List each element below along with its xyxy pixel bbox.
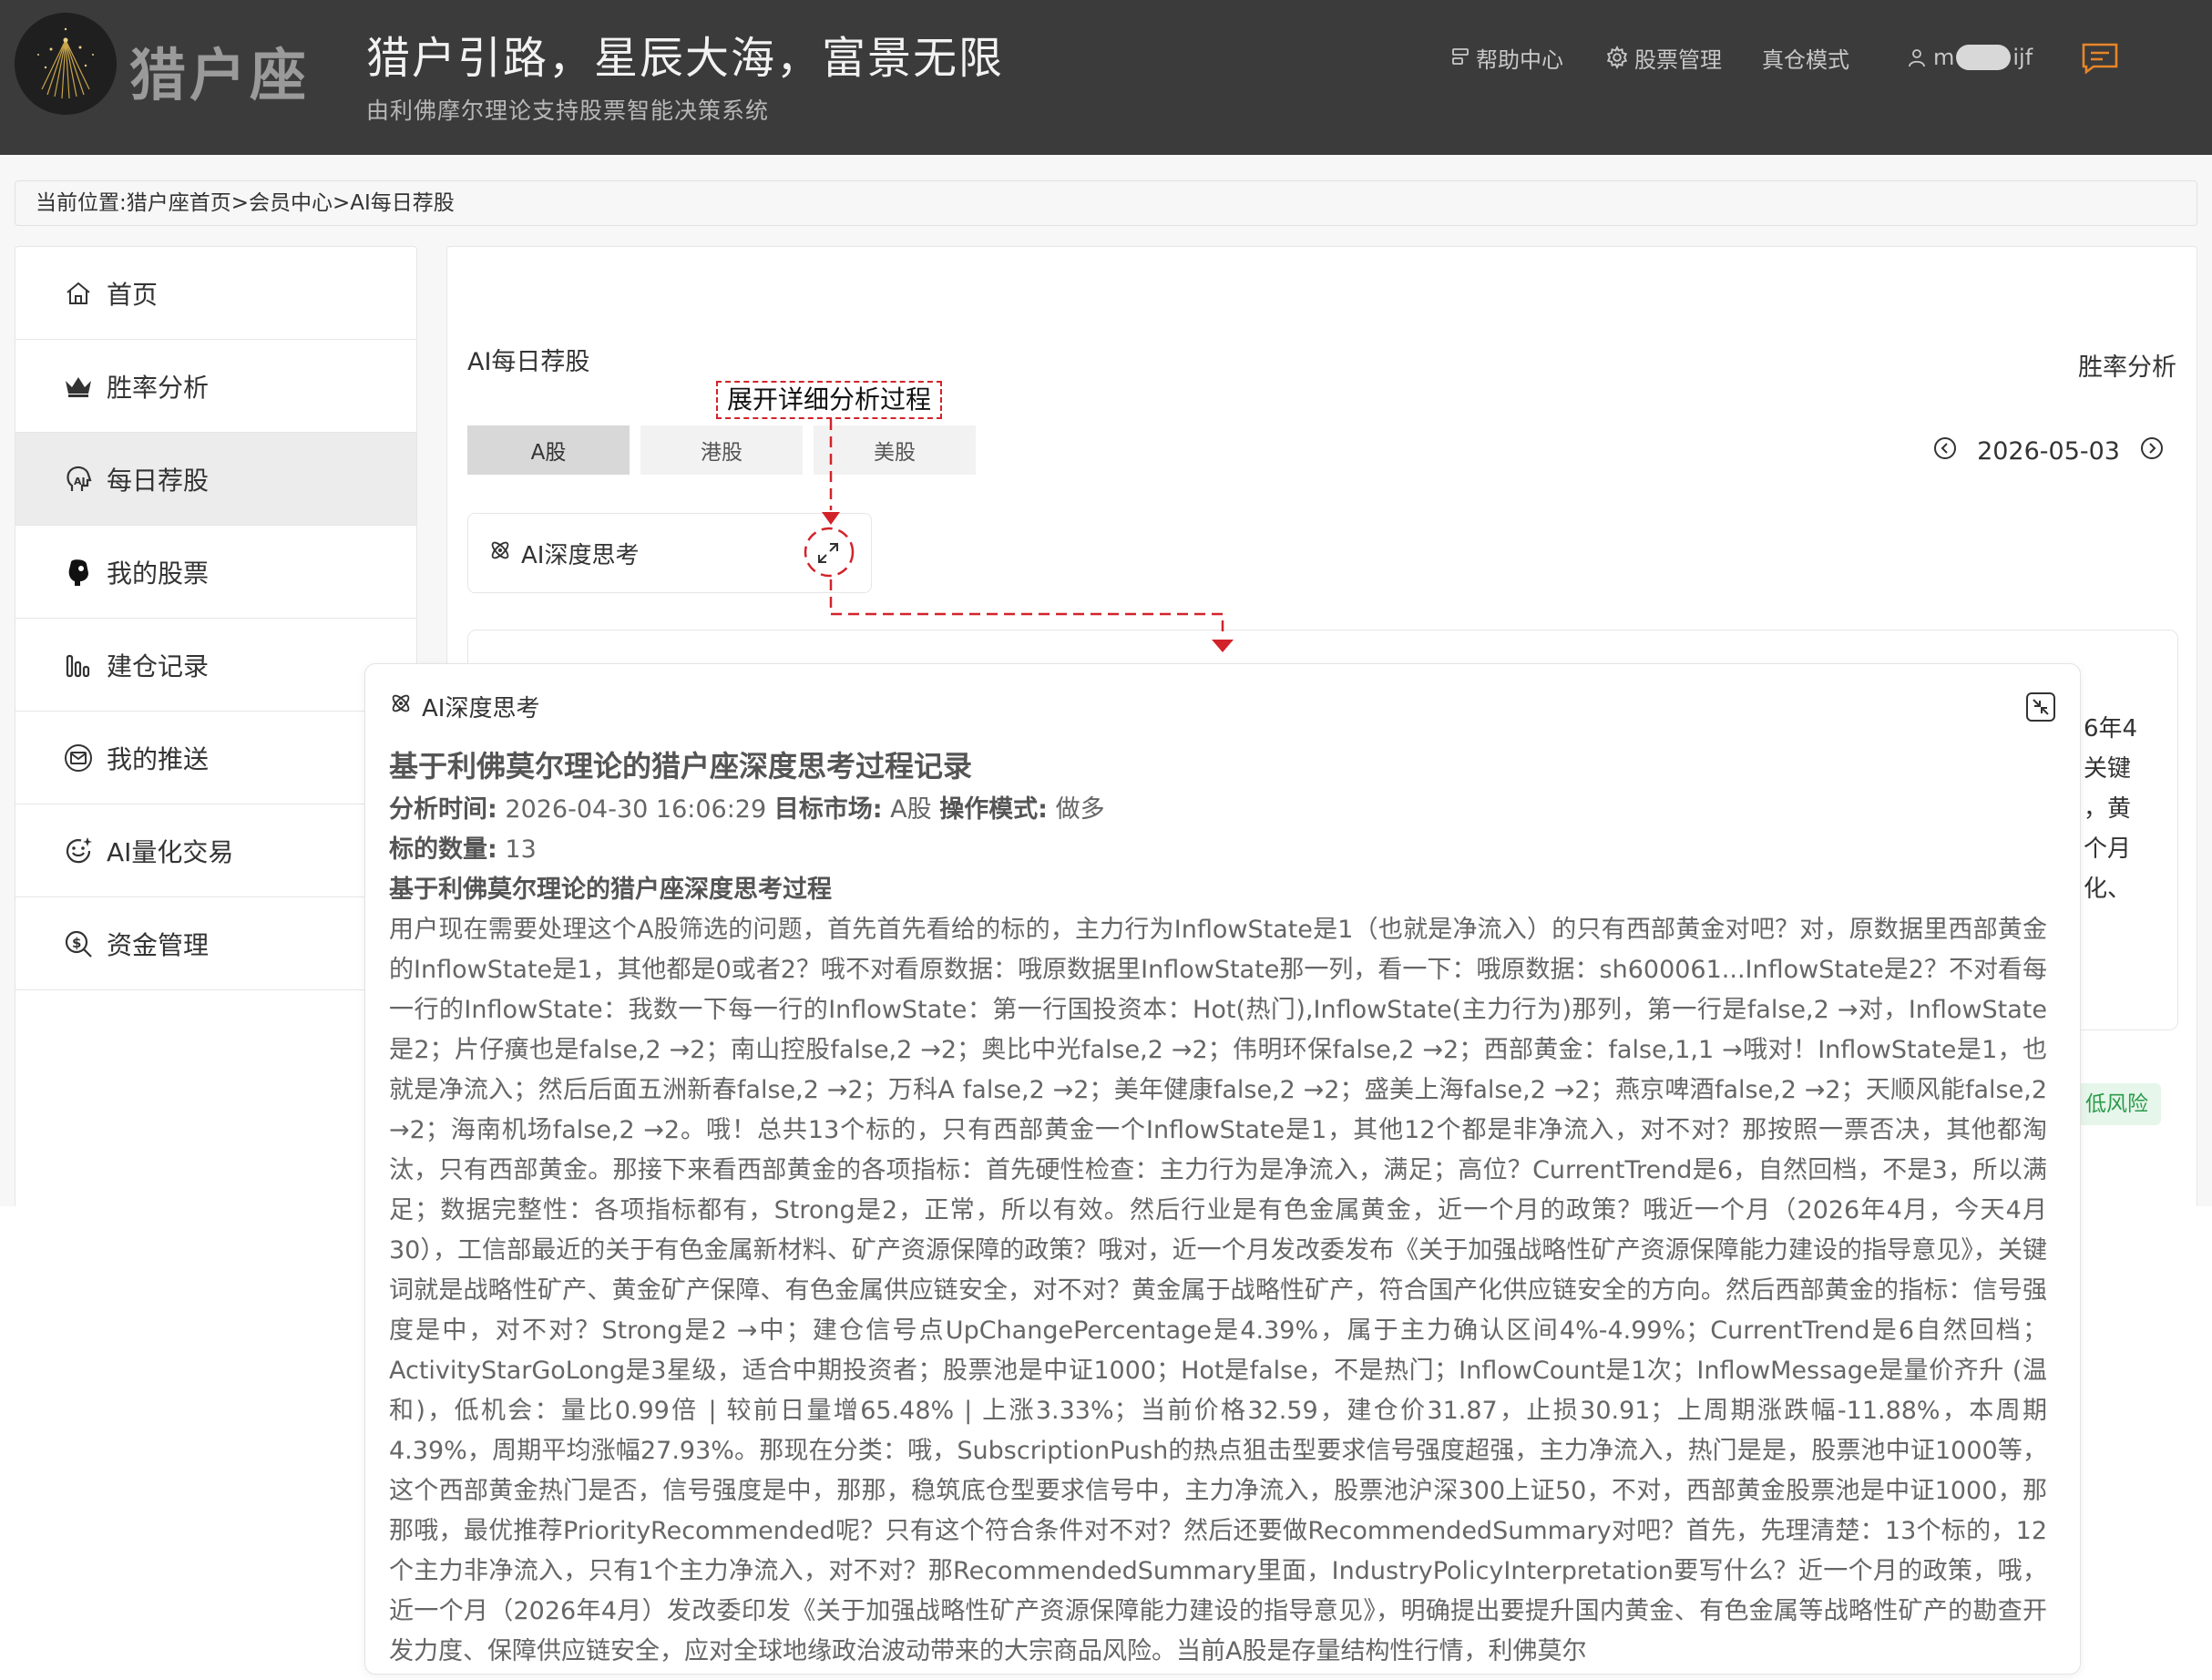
smile-sparkle-icon xyxy=(63,835,94,866)
meta-market-value: A股 xyxy=(882,795,940,824)
home-icon xyxy=(63,278,94,309)
ai-think-card[interactable]: AI深度思考 xyxy=(467,513,872,593)
sidebar-item-winrate[interactable]: 胜率分析 xyxy=(15,340,416,433)
chevron-right-icon xyxy=(2141,437,2163,459)
tab-hk-share[interactable]: 港股 xyxy=(640,425,803,475)
panel-header: AI深度思考 xyxy=(389,690,539,723)
help-center-label: 帮助中心 xyxy=(1476,46,1563,73)
stock-manage-label: 股票管理 xyxy=(1634,46,1722,73)
analysis-meta: 分析时间: 2026-04-30 16:06:29 目标市场: A股 操作模式:… xyxy=(389,790,2047,830)
annotation-label: 展开详细分析过程 xyxy=(716,381,943,419)
peek-text: 化、 xyxy=(2084,876,2132,903)
sub-slogan: 由利佛摩尔理论支持股票智能决策系统 xyxy=(366,97,770,124)
logo-icon[interactable] xyxy=(15,13,117,115)
sidebar-item-fund-manage[interactable]: $ 资金管理 xyxy=(15,897,416,990)
panel-subheading: 基于利佛莫尔理论的猎户座深度思考过程 xyxy=(389,876,832,904)
sidebar-item-label: AI量化交易 xyxy=(107,836,234,867)
collapse-arrows-icon xyxy=(2026,692,2055,722)
peek-text: 6年4 xyxy=(2084,715,2138,743)
sidebar-item-label: 资金管理 xyxy=(107,929,210,960)
risk-badge: 低风险 xyxy=(2073,1083,2161,1125)
page-title: AI每日荐股 xyxy=(467,348,590,376)
money-search-icon: $ xyxy=(63,928,94,959)
real-mode-label: 真仓模式 xyxy=(1762,46,1849,73)
tab-a-share[interactable]: A股 xyxy=(467,425,630,475)
meta-time-value: 2026-04-30 16:06:29 xyxy=(497,795,774,824)
sidebar-item-my-stocks[interactable]: 我的股票 xyxy=(15,526,416,619)
tab-us-share[interactable]: 美股 xyxy=(814,425,976,475)
sidebar-item-label: 每日荐股 xyxy=(107,465,210,496)
sidebar-item-label: 建仓记录 xyxy=(107,650,210,681)
sidebar-item-label: 我的股票 xyxy=(107,558,210,589)
atom-icon xyxy=(389,691,413,722)
ai-think-label: AI深度思考 xyxy=(521,541,640,569)
market-tabs: A股 港股 美股 xyxy=(467,425,987,475)
meta-count-label: 标的数量: xyxy=(389,835,497,864)
ai-think-panel: AI深度思考 基于利佛莫尔理论的猎户座深度思考过程记录 分析时间: 2026-0… xyxy=(364,663,2081,1675)
message-icon[interactable] xyxy=(2081,42,2119,78)
panel-title: AI深度思考 xyxy=(422,695,540,722)
breadcrumb: 当前位置:猎户座首页>会员中心>AI每日荐股 xyxy=(15,180,2197,226)
next-date-button[interactable] xyxy=(2140,436,2164,466)
current-date: 2026-05-03 xyxy=(1977,437,2120,466)
gear-icon xyxy=(1606,46,1628,69)
stock-manage-link[interactable]: 股票管理 xyxy=(1605,42,1722,73)
crown-icon xyxy=(63,371,94,402)
username-prefix: m xyxy=(1933,45,1955,70)
sidebar-item-position-records[interactable]: 建仓记录 xyxy=(15,619,416,712)
ai-head-icon: AI xyxy=(63,464,94,495)
sidebar-item-ai-quant[interactable]: AI量化交易 xyxy=(15,804,416,897)
chevron-left-icon xyxy=(1934,437,1957,459)
expand-arrows-icon xyxy=(818,543,838,563)
win-rate-link[interactable]: 胜率分析 xyxy=(2078,347,2176,383)
collapse-button[interactable] xyxy=(2025,691,2056,722)
sidebar-item-home[interactable]: 首页 xyxy=(15,247,416,340)
help-doc-icon xyxy=(1452,48,1469,65)
meta-time-label: 分析时间: xyxy=(389,795,497,824)
slogan: 猎户引路，星辰大海，富景无限 xyxy=(366,33,1005,84)
prev-date-button[interactable] xyxy=(1933,436,1957,466)
meta-count-value: 13 xyxy=(497,835,537,864)
top-header: 猎户座 猎户引路，星辰大海，富景无限 由利佛摩尔理论支持股票智能决策系统 帮助中… xyxy=(0,0,2212,155)
panel-body: 基于利佛莫尔理论的猎户座深度思考过程记录 分析时间: 2026-04-30 16… xyxy=(389,743,2047,1672)
analysis-text: 用户现在需要处理这个A股筛选的问题，首先首先看给的标的，主力行为InflowSt… xyxy=(389,916,2047,1665)
peek-text: 个月 xyxy=(2084,835,2132,863)
svg-text:$: $ xyxy=(72,935,81,951)
sidebar-item-label: 我的推送 xyxy=(107,743,210,774)
atom-icon xyxy=(488,538,512,569)
user-menu[interactable]: m ijf xyxy=(1906,42,2033,73)
real-mode-link[interactable]: 真仓模式 xyxy=(1762,42,1849,73)
bar-chart-icon xyxy=(63,650,94,681)
peek-text: 关键 xyxy=(2084,755,2132,783)
meta-mode-label: 操作模式: xyxy=(939,795,1048,824)
panel-heading: 基于利佛莫尔理论的猎户座深度思考过程记录 xyxy=(389,749,973,784)
meta-mode-value: 做多 xyxy=(1048,795,1105,824)
peek-text: ，黄 xyxy=(2084,795,2132,823)
analysis-count: 标的数量: 13 xyxy=(389,830,2047,870)
sidebar-item-label: 首页 xyxy=(107,279,159,310)
date-navigator: 2026-05-03 xyxy=(1933,436,2164,466)
meta-market-label: 目标市场: xyxy=(773,795,883,824)
sidebar-item-my-push[interactable]: 我的推送 xyxy=(15,712,416,804)
expand-button[interactable] xyxy=(809,534,847,572)
fist-icon xyxy=(63,557,94,588)
sidebar-item-label: 胜率分析 xyxy=(107,372,210,403)
sidebar-item-daily-picks[interactable]: AI 每日荐股 xyxy=(15,433,416,526)
username-mask xyxy=(1956,45,2012,70)
mail-icon xyxy=(63,743,94,773)
svg-text:AI: AI xyxy=(74,476,86,487)
brand-name: 猎户座 xyxy=(129,42,311,108)
user-icon xyxy=(1909,49,1925,67)
help-center-link[interactable]: 帮助中心 xyxy=(1450,42,1563,73)
username-suffix: ijf xyxy=(2012,45,2033,70)
